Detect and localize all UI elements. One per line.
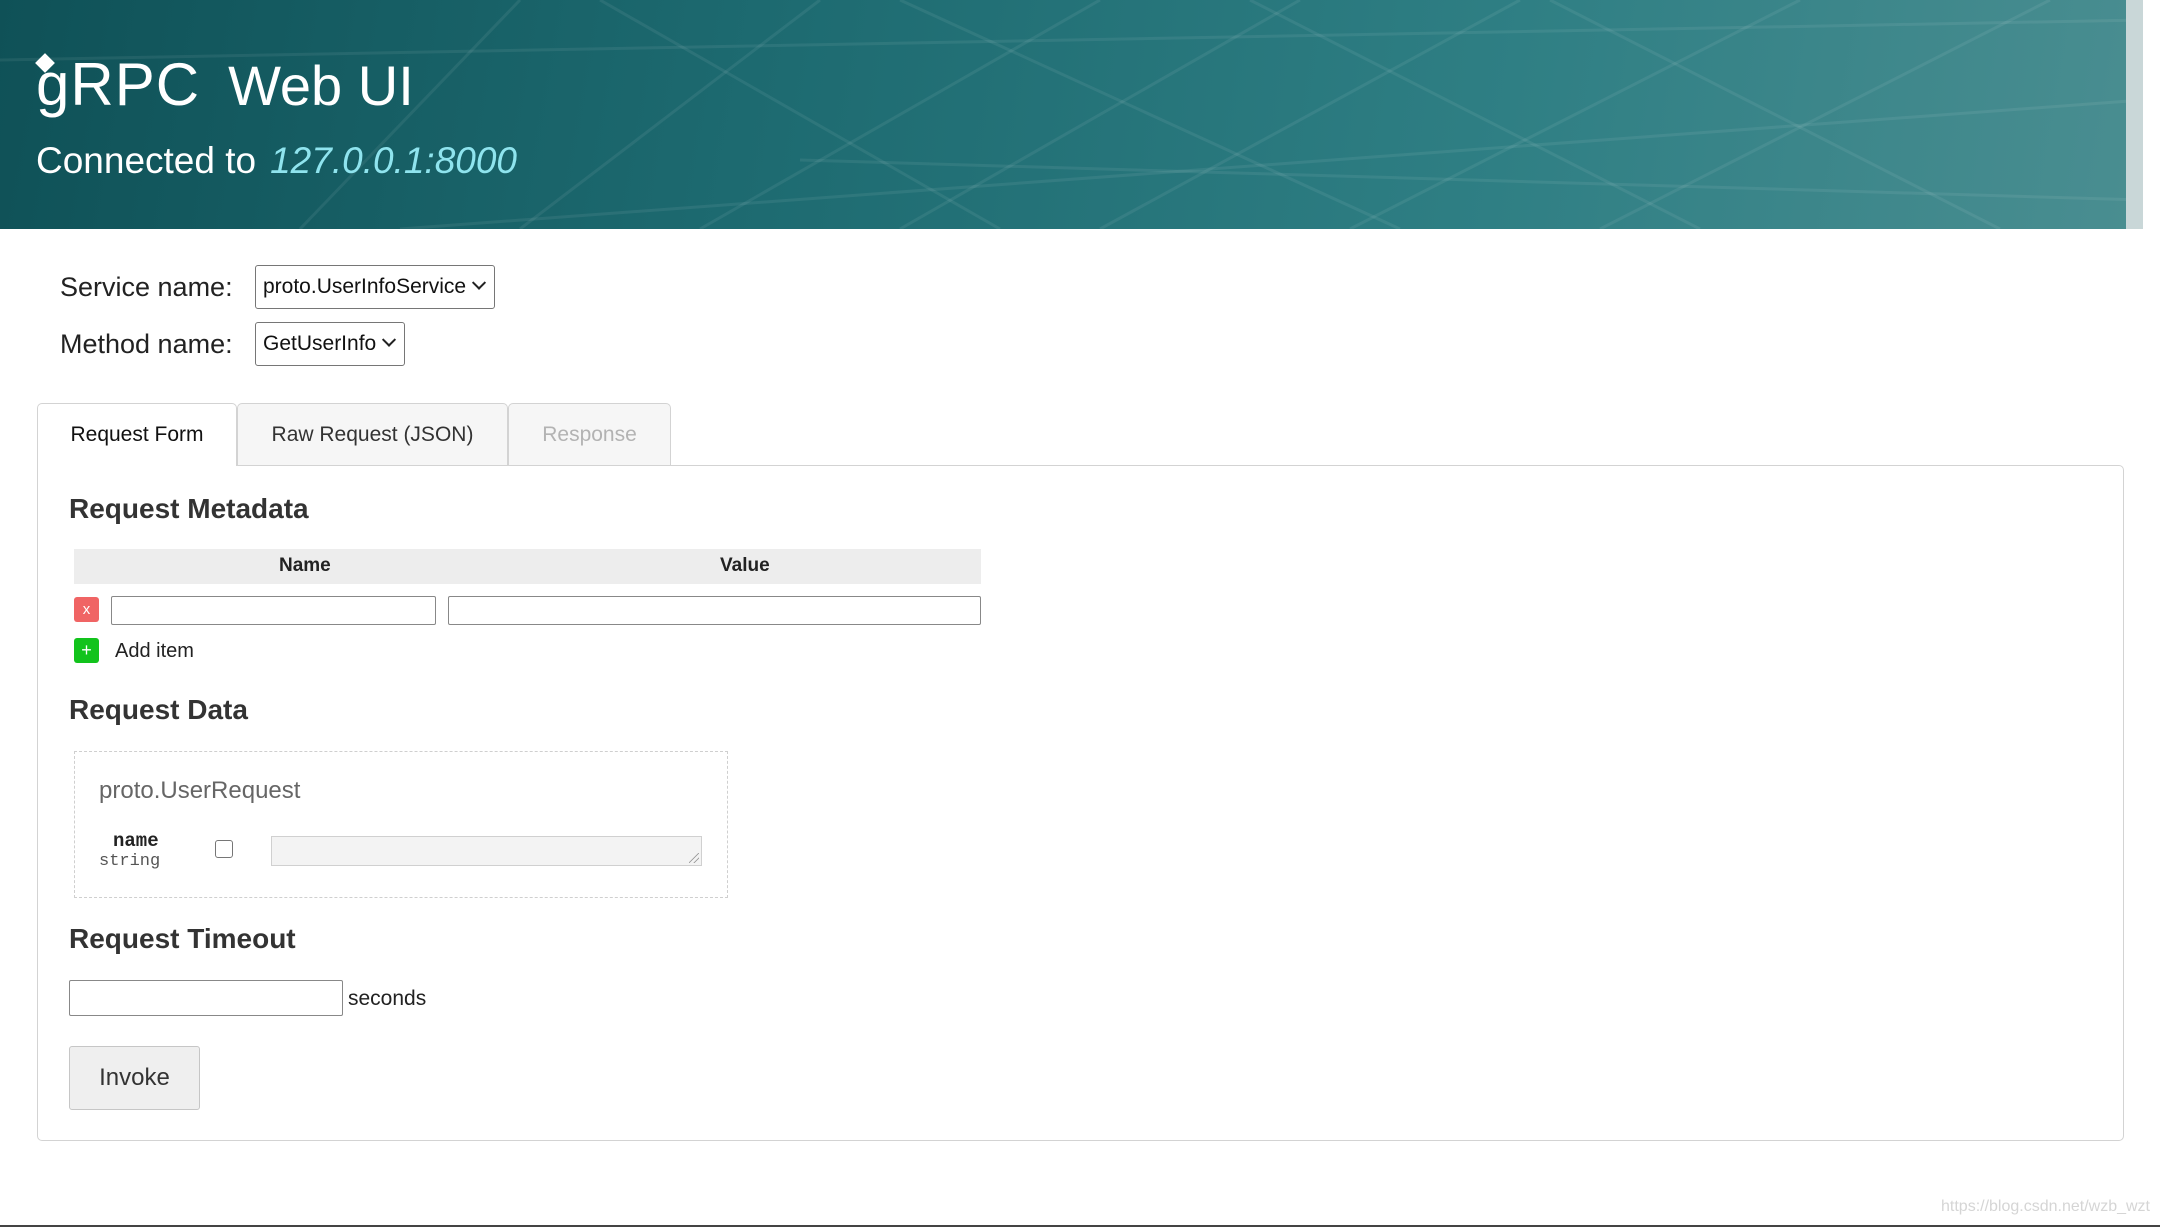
timeout-input[interactable] [69,980,343,1016]
service-select-value: proto.UserInfoService [263,275,467,298]
method-select-value: GetUserInfo [263,332,377,355]
service-row: Service name: proto.UserInfoService [60,265,495,309]
tab-raw-request[interactable]: Raw Request (JSON) [237,403,508,465]
metadata-col-name: Name [279,555,331,576]
app-title: Web UI [228,54,414,117]
add-metadata-button[interactable]: + [74,638,99,663]
header-edge [2126,0,2143,229]
invoke-button[interactable]: Invoke [69,1046,200,1110]
field-type-label: string [99,852,161,871]
app-logo: gRPC Web UI [35,50,414,119]
tab-label: Raw Request (JSON) [271,422,474,446]
grpc-logo-text: gRPC [35,51,201,118]
chevron-down-icon [472,275,487,290]
add-item-label[interactable]: Add item [115,640,194,663]
method-label: Method name: [60,328,233,359]
request-timeout-title: Request Timeout [69,923,296,954]
field-value-textarea [271,836,702,866]
app-header: gRPC Web UI Connected to 127.0.0.1:8000 [0,0,2143,229]
connected-address: 127.0.0.1:8000 [270,140,518,181]
metadata-table-header: Name Value [74,549,981,584]
connected-label: Connected to [36,140,257,181]
tab-response[interactable]: Response [508,403,671,465]
tab-label: Request Form [70,423,204,446]
request-metadata-title: Request Metadata [69,493,309,524]
metadata-name-input[interactable] [111,596,436,625]
method-row: Method name: GetUserInfo [60,322,405,366]
chevron-down-icon [382,332,397,347]
resize-grip-icon [689,853,699,863]
request-form-panel: Request Metadata Name Value x + Add item… [37,465,2124,1141]
method-select[interactable]: GetUserInfo [255,322,405,366]
timeout-unit-label: seconds [348,987,427,1010]
message-type-label: proto.UserRequest [99,777,301,804]
metadata-value-input[interactable] [448,596,981,625]
request-data-title: Request Data [69,694,248,725]
field-null-checkbox[interactable] [215,840,233,858]
metadata-col-value: Value [720,555,770,576]
connection-status: Connected to 127.0.0.1:8000 [36,140,517,182]
watermark: https://blog.csdn.net/wzb_wzt [1941,1198,2150,1215]
tab-bar: Request Form Raw Request (JSON) Response [37,403,671,466]
message-box: proto.UserRequest name string [74,751,728,898]
tab-request-form[interactable]: Request Form [37,403,237,466]
service-label: Service name: [60,271,233,302]
service-select[interactable]: proto.UserInfoService [255,265,495,309]
tab-label: Response [542,422,637,446]
remove-metadata-button[interactable]: x [74,597,99,622]
field-name-label: name [113,830,159,852]
